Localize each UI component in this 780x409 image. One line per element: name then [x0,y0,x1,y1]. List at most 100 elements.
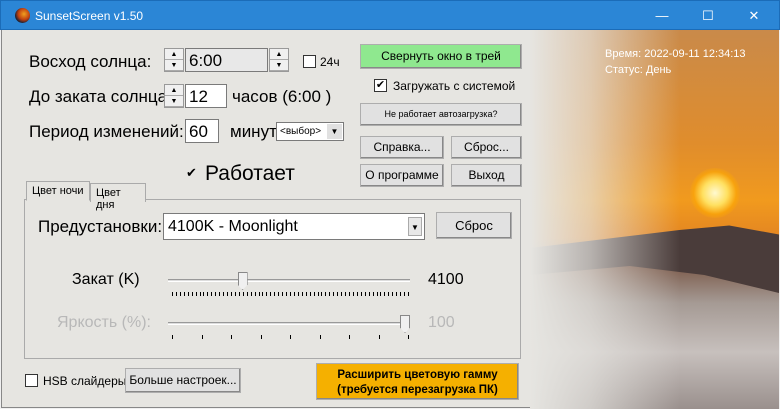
tick-mark [345,292,347,296]
tick-mark [175,292,177,296]
tick-mark [215,292,217,296]
tick-mark [352,292,354,296]
tick-mark [187,292,189,296]
autostart-label: Загружать с системой [393,79,516,93]
tick-mark [191,292,193,296]
tick-mark [378,335,380,339]
minimize-button[interactable]: — [639,2,685,30]
brightness-slider-label: Яркость (%): [57,314,151,331]
tick-mark [238,292,240,296]
tick-mark [201,335,203,339]
tab-night-color[interactable]: Цвет ночи [26,181,90,201]
tick-mark [305,292,307,296]
maximize-button[interactable]: ☐ [685,2,731,30]
until-sunset-label: До заката солнца: [29,87,172,106]
extend-gamma-line1: Расширить цветовую гамму [337,369,498,381]
slider-thumb[interactable] [237,272,248,290]
until-sunset-unit: часов (6:00 ) [232,87,332,106]
tick-mark [301,292,303,296]
minimize-to-tray-button[interactable]: Свернуть окно в трей [360,44,522,69]
brightness-slider-value: 100 [428,314,455,331]
tick-mark [195,292,197,296]
tick-mark [266,292,268,296]
help-button[interactable]: Справка... [360,136,444,159]
tick-mark [270,292,272,296]
tick-mark [349,335,350,339]
tick-mark [380,292,382,296]
tick-mark [246,292,248,296]
until-sunset-spinner[interactable]: ▲ ▼ [164,84,184,108]
extend-gamma-line2: (требуется перезагрузка ПК) [337,384,498,396]
status-state: Статус: День [605,64,672,76]
brightness-slider[interactable] [168,313,410,343]
period-input[interactable]: 60 [185,119,219,143]
24h-label: 24ч [320,55,340,69]
tick-mark [317,292,319,296]
period-label: Период изменений: [29,122,184,141]
more-settings-button[interactable]: Больше настроек... [125,368,241,393]
reset-all-button[interactable]: Сброс... [451,136,522,159]
tick-mark [293,292,295,296]
tick-mark [313,292,315,296]
tick-mark [408,292,409,296]
tick-mark [274,292,276,296]
presets-combobox[interactable]: 4100K - Moonlight ▼ [163,213,425,240]
tick-mark [297,292,299,296]
presets-value: 4100K - Moonlight [168,218,298,235]
tick-mark [231,292,232,296]
tick-mark [286,292,288,296]
period-unit: минут [230,122,277,141]
tick-mark [172,335,173,339]
tick-mark [278,292,280,296]
tick-mark [231,335,232,339]
tick-mark [290,335,291,339]
autostart-checkbox[interactable]: ✔ [374,79,387,92]
tick-mark [388,292,390,296]
tick-mark [404,292,406,296]
sunrise-input[interactable]: 6:00 [185,48,268,72]
tick-mark [360,292,362,296]
app-icon [15,8,30,23]
hsb-checkbox[interactable] [25,374,38,387]
tick-mark [364,292,366,296]
tick-mark [207,292,209,296]
tick-mark [400,292,402,296]
tick-mark [368,292,370,296]
tick-mark [372,292,374,296]
tick-mark [199,292,201,296]
sunset-image [530,30,779,409]
sunset-slider-label: Закат (K) [72,271,140,288]
tick-mark [333,292,335,296]
tick-mark [376,292,378,296]
title-bar: SunsetScreen v1.50 — ☐ ✕ [0,0,780,30]
slider-thumb[interactable] [400,315,410,333]
period-select-value: <выбор> [280,126,322,137]
extend-gamma-button[interactable]: Расширить цветовую гамму (требуется пере… [316,363,519,400]
sunset-slider-value: 4100 [428,271,464,288]
period-select[interactable]: <выбор> ▼ [276,122,344,141]
working-checkbox[interactable]: ✔ [185,166,198,180]
preset-reset-button[interactable]: Сброс [436,212,512,239]
close-button[interactable]: ✕ [731,2,777,30]
hsb-label: HSB слайдеры [43,374,127,388]
tick-mark [396,292,398,296]
tick-mark [329,292,331,296]
tick-mark [260,335,262,339]
tick-mark [250,292,252,296]
sunset-slider[interactable] [168,270,410,300]
chevron-down-icon: ▼ [327,124,342,139]
until-sunset-input[interactable]: 12 [185,84,227,108]
tab-day-color[interactable]: Цвет дня [90,183,146,211]
tick-mark [242,292,244,296]
24h-checkbox[interactable] [303,55,316,68]
sunrise-spinner-right[interactable]: ▲ ▼ [269,48,289,72]
sunrise-spinner-left[interactable]: ▲ ▼ [164,48,184,72]
about-button[interactable]: О программе [360,164,444,187]
exit-button[interactable]: Выход [451,164,522,187]
autostart-help-button[interactable]: Не работает автозагрузка? [360,103,522,126]
tick-mark [172,292,173,296]
tick-mark [211,292,213,296]
tick-mark [258,292,260,296]
tick-mark [309,292,311,296]
sun [690,168,740,218]
